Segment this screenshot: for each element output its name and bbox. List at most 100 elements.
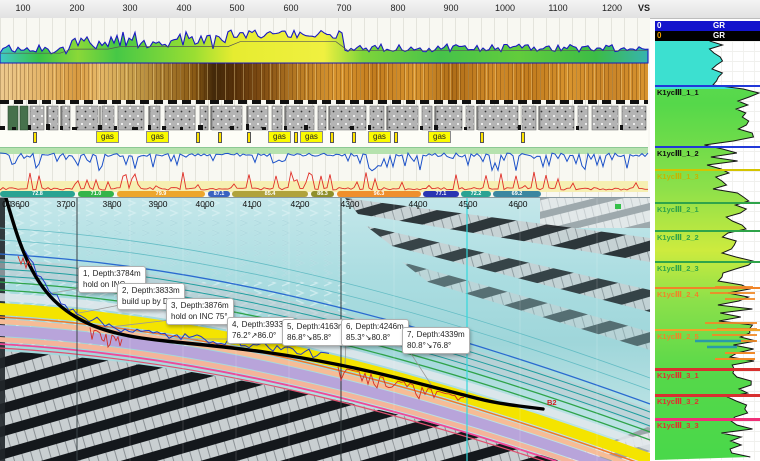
gas-badge: gas (428, 131, 451, 143)
ruler-tick: 800 (384, 3, 412, 13)
depth-tick: 4200 (285, 199, 315, 209)
ruler-unit-label: VS (630, 3, 658, 13)
marker-label: K1ycⅢ_2_4 (657, 290, 699, 299)
marker-line (655, 261, 760, 263)
annotation-callout[interactable]: 6,Depth:4246m 85.3°↘80.8° (341, 319, 409, 346)
gas-badge: gas (146, 131, 169, 143)
annotation-depth: Depth:4163m (297, 322, 345, 331)
gr-curve-name: GR (713, 31, 725, 41)
gas-tick (196, 132, 200, 143)
annotation-number: 2, (122, 286, 129, 295)
gas-tick (394, 132, 398, 143)
ruler-tick: 1000 (491, 3, 519, 13)
gr-header-black: 0 GR (655, 31, 760, 41)
annotation-callout[interactable]: 7,Depth:4339m 80.8°↘76.8° (402, 327, 470, 354)
gas-tick (33, 132, 37, 143)
marker-line (655, 146, 760, 148)
annotation-number: 7, (407, 330, 414, 339)
annotation-depth: Depth:4246m (356, 322, 404, 331)
depth-tick: 4300 (335, 199, 365, 209)
depth-tick: 4400 (403, 199, 433, 209)
log-curves-canvas (0, 18, 650, 197)
annotation-depth: Depth:3784m (93, 269, 141, 278)
marker-label: K1ycⅢ_2_2 (657, 233, 699, 242)
seismic-section-view[interactable]: 00 3600 3700 3800 3900 4000 4100 4200 43… (0, 197, 650, 461)
depth-tick: 3800 (97, 199, 127, 209)
annotation-depth: Depth:4339m (417, 330, 465, 339)
ruler-tick: 1100 (544, 3, 572, 13)
marker-line (655, 202, 760, 204)
ruler-tick: 700 (330, 3, 358, 13)
marker-line (655, 85, 760, 87)
marker-line (655, 169, 760, 171)
depth-tick: 4600 (503, 199, 533, 209)
lithology-topbar (0, 100, 648, 104)
gr-panel-body[interactable]: K1ycⅢ_1_1 K1ycⅢ_1_2 K1ycⅢ_1_3 K1ycⅢ_2_1 … (655, 41, 760, 460)
annotation-number: 1, (83, 269, 90, 278)
gas-tick (352, 132, 356, 143)
depth-tick: 4000 (190, 199, 220, 209)
ruler-tick: 600 (277, 3, 305, 13)
gas-badge: gas (96, 131, 119, 143)
gr-correlation-panel[interactable]: 0 GR 0 GR (655, 21, 760, 460)
gr-header-blue: 0 GR (655, 21, 760, 31)
annotation-depth: Depth:3833m (132, 286, 180, 295)
lithology-sand-blocks (30, 106, 646, 130)
ruler-tick: 1200 (598, 3, 626, 13)
annotation-note: hold on INC 75° (171, 311, 229, 322)
annotation-note: 86.8°↘85.8° (287, 332, 345, 343)
annotation-depth: Depth:3876m (181, 301, 229, 310)
marker-line (655, 230, 760, 232)
gr-curve (0, 30, 648, 63)
marker-label: K1ycⅢ_3_3 (657, 421, 699, 430)
depth-tick: 3700 (51, 199, 81, 209)
annotation-number: 4, (232, 320, 239, 329)
depth-tick: 4500 (453, 199, 483, 209)
annotation-number: 3, (171, 301, 178, 310)
ruler-tick: 900 (437, 3, 465, 13)
marker-label: K1ycⅢ_1_3 (657, 172, 699, 181)
gas-badge: gas (300, 131, 323, 143)
target-label: B2 (547, 398, 557, 407)
vs-ruler: 100 200 300 400 500 600 700 800 900 1000… (0, 0, 760, 19)
annotation-note: 80.8°↘76.8° (407, 340, 465, 351)
ruler-tick: 300 (116, 3, 144, 13)
depth-tick: 3600 (5, 199, 35, 209)
gas-tick (480, 132, 484, 143)
annotation-number: 6, (346, 322, 353, 331)
annotation-note: 85.3°↘80.8° (346, 332, 404, 343)
annotation-number: 5, (287, 322, 294, 331)
marker-label: K1ycⅢ_1_2 (657, 149, 699, 158)
gas-badge: gas (368, 131, 391, 143)
marker-label: K1ycⅢ_2_1 (657, 205, 699, 214)
gas-badge: gas (268, 131, 291, 143)
gas-tick (330, 132, 334, 143)
marker-line (655, 287, 760, 289)
marker-line (655, 329, 760, 331)
gr-scale-min: 0 (657, 21, 661, 31)
total-gas-curve (0, 172, 648, 190)
ruler-tick: 100 (9, 3, 37, 13)
marker-label: K1ycⅢ_3_2 (657, 397, 699, 406)
gas-tick (294, 132, 298, 143)
gas-tick (247, 132, 251, 143)
marker-label: K1ycⅢ_3_1 (657, 371, 699, 380)
marker-dot (615, 204, 621, 209)
log-track-area[interactable]: gas gas gas gas gas gas 72.8 71.0 79.9 8… (0, 18, 650, 197)
ruler-tick: 400 (170, 3, 198, 13)
gr-scale-min: 0 (657, 31, 661, 41)
marker-label: K1ycⅢ_2_5 (657, 332, 699, 341)
marker-label: K1ycⅢ_2_3 (657, 264, 699, 273)
geosteering-app: { "top_ruler": { "unit_label": "VS", "ti… (0, 0, 760, 460)
depth-tick: 4100 (237, 199, 267, 209)
ruler-tick: 500 (223, 3, 251, 13)
gr-fill-curve-top (655, 41, 743, 89)
resistivity-curve (0, 153, 648, 171)
annotation-callout[interactable]: 3,Depth:3876m hold on INC 75° (166, 298, 234, 325)
gas-tick (218, 132, 222, 143)
ruler-tick: 200 (63, 3, 91, 13)
marker-label: K1ycⅢ_1_1 (657, 88, 699, 97)
gas-tick (521, 132, 525, 143)
gr-curve-name: GR (713, 21, 725, 31)
annotation-callout[interactable]: 5,Depth:4163m 86.8°↘85.8° (282, 319, 350, 346)
